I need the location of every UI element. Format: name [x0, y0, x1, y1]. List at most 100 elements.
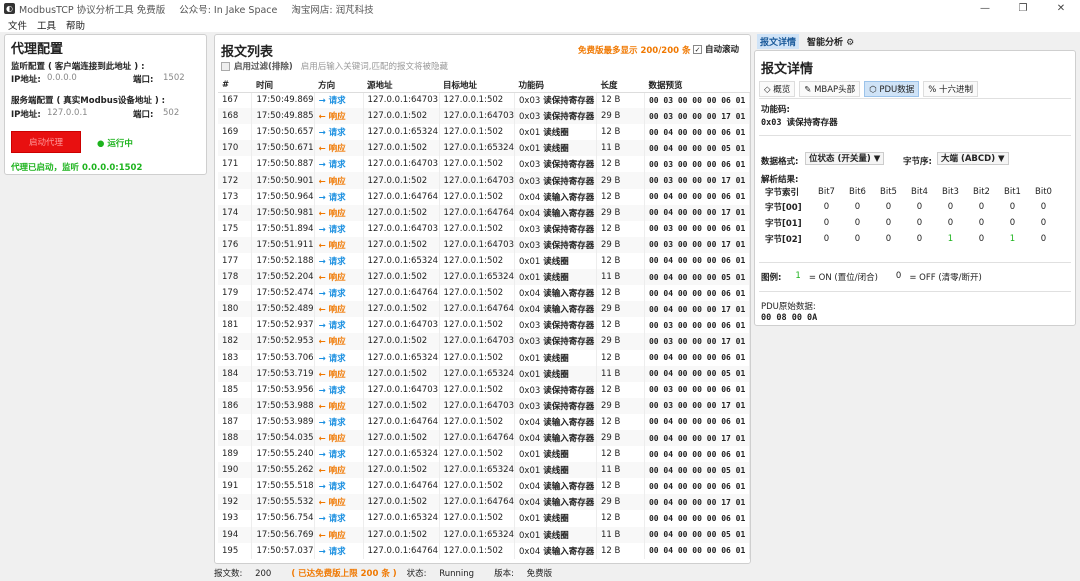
table-row[interactable]: 191 17:50:55.518 → 请求 127.0.0.1:64764 127.0.…	[218, 478, 751, 495]
filter-toggle[interactable]: 启用过滤(排除) 启用后输入关键词,匹配的报文将被隐藏	[221, 60, 448, 72]
minimize-button[interactable]: —	[966, 0, 1004, 17]
col-source[interactable]: 源地址	[363, 78, 440, 93]
row-source: 127.0.0.1:502	[363, 108, 440, 125]
table-row[interactable]: 173 17:50:50.964 → 请求 127.0.0.1:64764 127.0.…	[218, 188, 751, 205]
subtab-overview[interactable]: ◇ 概览	[759, 81, 796, 97]
autoscroll-toggle[interactable]: ✓ 自动滚动	[693, 43, 739, 55]
maximize-button[interactable]: ❐	[1004, 0, 1042, 17]
table-row[interactable]: 195 17:50:57.037 → 请求 127.0.0.1:64764 127.0.…	[218, 542, 751, 559]
table-row[interactable]: 174 17:50:50.981 ← 响应 127.0.0.1:502 127.0.0.…	[218, 204, 751, 221]
row-index: 185	[218, 381, 253, 398]
col-function[interactable]: 功能码	[514, 78, 597, 93]
bit-value: 0	[978, 218, 985, 228]
cube-icon: ⬡	[869, 85, 877, 95]
state-value: Running	[439, 569, 475, 579]
table-row[interactable]: 168 17:50:49.885 ← 响应 127.0.0.1:502 127.0.0.…	[218, 108, 751, 125]
server-port-input[interactable]: 502	[163, 108, 179, 118]
table-row[interactable]: 171 17:50:50.887 → 请求 127.0.0.1:64703 127.0.…	[218, 156, 751, 173]
table-row[interactable]: 177 17:50:52.188 → 请求 127.0.0.1:65324 127.0.…	[218, 252, 751, 270]
row-time: 17:50:49.885	[251, 108, 315, 125]
menu-help[interactable]: 帮助	[66, 18, 85, 32]
row-source: 127.0.0.1:502	[363, 526, 440, 543]
byte-order-select[interactable]: 大端 (ABCD) ▼	[937, 152, 1009, 165]
row-dest: 127.0.0.1:65324	[439, 462, 516, 479]
row-dest: 127.0.0.1:502	[439, 317, 516, 334]
listen-ip-input[interactable]: 0.0.0.0	[47, 73, 77, 83]
table-row[interactable]: 194 17:50:56.769 ← 响应 127.0.0.1:502 127.0.0.…	[218, 526, 751, 543]
col-length[interactable]: 长度	[596, 78, 645, 93]
format-select[interactable]: 位状态 (开关量) ▼	[805, 152, 885, 165]
row-source: 127.0.0.1:502	[363, 397, 440, 414]
panel-title: 代理配置	[11, 42, 64, 57]
table-row[interactable]: 186 17:50:53.988 ← 响应 127.0.0.1:502 127.0.0.…	[218, 397, 751, 414]
autoscroll-label: 自动滚动	[705, 45, 740, 55]
tab-smart-analysis[interactable]: 智能分析 ⚙	[804, 34, 857, 49]
row-direction: → 请求	[314, 381, 364, 398]
function-code: 0x01	[519, 466, 541, 477]
table-row[interactable]: 176 17:50:51.911 ← 响应 127.0.0.1:502 127.0.0.…	[218, 236, 751, 253]
subtab-pdu[interactable]: ⬡ PDU数据	[864, 81, 920, 97]
table-row[interactable]: 181 17:50:52.937 → 请求 127.0.0.1:64703 127.0.…	[218, 317, 751, 334]
col-direction[interactable]: 方向	[314, 78, 364, 93]
table-row[interactable]: 187 17:50:53.989 → 请求 127.0.0.1:64764 127.0.…	[218, 413, 751, 430]
row-length: 12 B	[596, 220, 645, 237]
row-time: 17:50:50.671	[251, 140, 315, 157]
row-dest: 127.0.0.1:64764	[439, 301, 516, 318]
table-row[interactable]: 180 17:50:52.489 ← 响应 127.0.0.1:502 127.0.0.…	[218, 301, 751, 318]
table-row[interactable]: 184 17:50:53.719 ← 响应 127.0.0.1:502 127.0.0.…	[218, 365, 751, 382]
table-row[interactable]: 169 17:50:50.657 → 请求 127.0.0.1:65324 127.0.…	[218, 124, 751, 141]
function-name: 读线圈	[543, 514, 569, 525]
row-direction: → 请求	[314, 542, 364, 559]
filter-checkbox[interactable]	[221, 61, 230, 71]
table-row[interactable]: 172 17:50:50.901 ← 响应 127.0.0.1:502 127.0.0.…	[218, 172, 751, 189]
table-row[interactable]: 185 17:50:53.956 → 请求 127.0.0.1:64703 127.0.…	[218, 381, 751, 398]
autoscroll-checkbox[interactable]: ✓	[693, 44, 702, 54]
server-ip-input[interactable]: 127.0.0.1	[47, 108, 88, 118]
wechat-text: 公众号: In Jake Space	[179, 4, 278, 16]
bit-value: 0	[1009, 218, 1016, 228]
table-row[interactable]: 182 17:50:52.953 ← 响应 127.0.0.1:502 127.0.0.…	[218, 333, 751, 350]
bit-col-header: Bit1	[1004, 187, 1021, 197]
function-name: 读保持寄存器	[543, 321, 595, 332]
version-value: 免费版	[526, 569, 553, 579]
byte-index: 字节[02]	[765, 235, 802, 245]
subtab-hex[interactable]: % 十六进制	[923, 81, 979, 97]
table-header: # 时间 方向 源地址 目标地址 功能码 长度 数据预览	[218, 78, 750, 93]
col-time[interactable]: 时间	[251, 78, 315, 93]
table-row[interactable]: 179 17:50:52.474 → 请求 127.0.0.1:64764 127.0.…	[218, 285, 751, 302]
table-row[interactable]: 193 17:50:56.754 → 请求 127.0.0.1:65324 127.0.…	[218, 510, 751, 527]
function-name: 读线圈	[543, 450, 569, 461]
table-row[interactable]: 170 17:50:50.671 ← 响应 127.0.0.1:502 127.0.0.…	[218, 140, 751, 157]
table-row[interactable]: 167 17:50:49.869 → 请求 127.0.0.1:64703 127.0.…	[218, 92, 751, 109]
function-code: 0x01	[519, 256, 541, 267]
table-row[interactable]: 190 17:50:55.262 ← 响应 127.0.0.1:502 127.0.0.…	[218, 462, 751, 479]
col-index[interactable]: #	[218, 78, 252, 93]
row-length: 12 B	[596, 446, 645, 463]
count-label: 报文数:	[214, 569, 243, 579]
close-button[interactable]: ✕	[1042, 0, 1080, 17]
row-length: 29 B	[596, 429, 645, 447]
table-row[interactable]: 178 17:50:52.204 ← 响应 127.0.0.1:502 127.0.0.…	[218, 269, 751, 286]
tab-message-detail[interactable]: 报文详情	[757, 34, 800, 49]
table-row[interactable]: 175 17:50:51.894 → 请求 127.0.0.1:64703 127.0.…	[218, 220, 751, 237]
row-direction: → 请求	[314, 413, 364, 430]
col-preview[interactable]: 数据预览	[644, 78, 750, 93]
subtab-mbap[interactable]: ✎ MBAP头部	[799, 81, 861, 97]
function-name: 读保持寄存器	[543, 96, 595, 107]
menu-tools[interactable]: 工具	[37, 18, 56, 32]
menu-file[interactable]: 文件	[8, 18, 27, 32]
bit-value: 0	[1040, 202, 1047, 212]
bit-col-header: 字节索引	[765, 188, 800, 198]
table-row[interactable]: 188 17:50:54.035 ← 响应 127.0.0.1:502 127.0.0.…	[218, 429, 751, 447]
listen-port-input[interactable]: 1502	[163, 73, 185, 83]
col-dest[interactable]: 目标地址	[439, 78, 515, 93]
row-length: 11 B	[596, 269, 645, 286]
row-source: 127.0.0.1:502	[363, 301, 440, 318]
table-row[interactable]: 192 17:50:55.532 ← 响应 127.0.0.1:502 127.0.0.…	[218, 494, 751, 511]
table-row[interactable]: 189 17:50:55.240 → 请求 127.0.0.1:65324 127.0.…	[218, 446, 751, 463]
format-label: 数据格式:	[761, 157, 799, 167]
row-direction: ← 响应	[314, 526, 364, 543]
row-function: 0x03 读保持寄存器	[514, 333, 597, 350]
table-row[interactable]: 183 17:50:53.706 → 请求 127.0.0.1:65324 127.0.…	[218, 349, 751, 366]
start-proxy-button[interactable]: 启动代理	[11, 131, 81, 153]
